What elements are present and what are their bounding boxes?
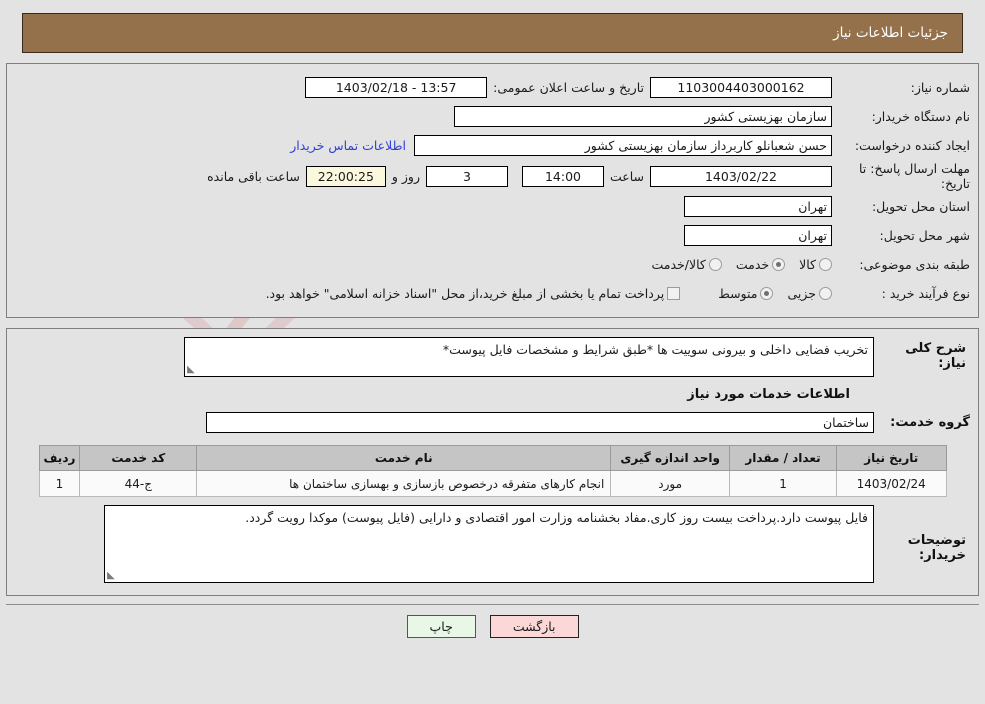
- cell-unit: مورد: [610, 470, 731, 497]
- col-header-quantity: تعداد / مقدار: [729, 445, 837, 471]
- table-header-row: تاریخ نیاز تعداد / مقدار واحد اندازه گیر…: [38, 445, 947, 471]
- row-need-number: شماره نیاز: 1103004403000162 تاریخ و ساع…: [15, 74, 970, 101]
- creator-value: حسن شعبانلو کاربرداز سازمان بهزیستی کشور: [414, 135, 832, 156]
- remaining-days: 3: [425, 165, 508, 187]
- buyer-org-label: نام دستگاه خریدار:: [871, 109, 970, 124]
- description-value: تخریب فضایی داخلی و بیرونی سوییت ها *طبق…: [442, 342, 868, 357]
- need-details-panel: شماره نیاز: 1103004403000162 تاریخ و ساع…: [6, 63, 979, 318]
- treasury-bond-note: پرداخت تمام یا بخشی از مبلغ خرید،از محل …: [265, 286, 665, 301]
- deadline-date: 1403/02/22: [650, 165, 832, 187]
- process-option-minor-label: جزیی: [787, 286, 816, 301]
- row-service-group: گروه خدمت: ساختمان: [15, 412, 970, 433]
- buyer-contact-link[interactable]: اطلاعات تماس خریدار: [282, 138, 414, 153]
- buyer-notes-textarea[interactable]: فایل پیوست دارد.پرداخت بیست روز کاری.مفا…: [104, 505, 874, 583]
- cell-service-code: ج-44: [79, 470, 198, 497]
- services-table-wrapper: تاریخ نیاز تعداد / مقدار واحد اندازه گیر…: [23, 445, 962, 497]
- service-group-value: ساختمان: [206, 412, 874, 433]
- col-header-service-name: نام خدمت: [196, 445, 612, 471]
- category-label: طبقه بندی موضوعی:: [859, 257, 970, 272]
- row-description: شرح کلی نیاز: تخریب فضایی داخلی و بیرونی…: [15, 337, 970, 377]
- radio-goods-service-icon[interactable]: [708, 258, 722, 271]
- cell-quantity: 1: [729, 470, 837, 497]
- buyer-notes-label: توضیحات خریدار:: [907, 533, 966, 563]
- description-label: شرح کلی نیاز:: [905, 341, 966, 371]
- category-option-goods-service-label: کالا/خدمت: [651, 257, 706, 272]
- table-row: 1403/02/24 1 مورد انجام کارهای متفرقه در…: [38, 470, 947, 497]
- radio-medium-icon[interactable]: [760, 287, 774, 300]
- cell-need-date: 1403/02/24: [835, 470, 947, 497]
- city-label: شهر محل تحویل:: [879, 228, 970, 243]
- process-option-medium-label: متوسط: [718, 286, 758, 301]
- category-option-service-label: خدمت: [735, 257, 770, 272]
- services-section-title: اطلاعات خدمات مورد نیاز: [687, 387, 850, 402]
- city-value: تهران: [684, 225, 832, 246]
- print-button[interactable]: چاپ: [406, 615, 476, 638]
- footer-actions: بازگشت چاپ: [6, 604, 979, 638]
- row-category: طبقه بندی موضوعی: کالا خدمت کالا/خدمت: [15, 251, 970, 278]
- col-header-need-date: تاریخ نیاز: [835, 445, 947, 471]
- cell-service-name: انجام کارهای متفرقه درخصوص بازسازی و بهس…: [196, 470, 612, 497]
- row-deadline: مهلت ارسال پاسخ: تا تاریخ: 1403/02/22 سا…: [15, 161, 970, 191]
- remaining-hours-label: ساعت باقی مانده: [207, 168, 300, 184]
- radio-minor-icon[interactable]: [819, 287, 832, 300]
- row-buyer-notes: توضیحات خریدار: فایل پیوست دارد.پرداخت ب…: [15, 505, 970, 583]
- need-number-label: شماره نیاز:: [910, 80, 970, 95]
- col-header-unit: واحد اندازه گیری: [610, 445, 731, 471]
- public-announce-value: 13:57 - 1403/02/18: [305, 77, 488, 98]
- service-group-label: گروه خدمت:: [890, 415, 970, 430]
- category-option-service[interactable]: خدمت: [735, 257, 786, 272]
- description-textarea[interactable]: تخریب فضایی داخلی و بیرونی سوییت ها *طبق…: [184, 337, 874, 377]
- service-details-panel: شرح کلی نیاز: تخریب فضایی داخلی و بیرونی…: [6, 328, 979, 596]
- services-table: تاریخ نیاز تعداد / مقدار واحد اندازه گیر…: [38, 445, 947, 497]
- province-label: استان محل تحویل:: [871, 199, 970, 214]
- province-value: تهران: [684, 196, 832, 217]
- row-creator: ایجاد کننده درخواست: حسن شعبانلو کاربردا…: [15, 132, 970, 159]
- process-label: نوع فرآیند خرید :: [881, 286, 970, 301]
- row-process: نوع فرآیند خرید : جزیی متوسط پرداخت تمام…: [15, 280, 970, 307]
- process-option-medium[interactable]: متوسط: [718, 286, 774, 301]
- public-announce-label: تاریخ و ساعت اعلان عمومی:: [493, 80, 644, 95]
- category-option-goods[interactable]: کالا: [799, 257, 832, 272]
- process-option-minor[interactable]: جزیی: [787, 286, 832, 301]
- buyer-org-value: سازمان بهزیستی کشور: [454, 106, 832, 127]
- page-title: جزئیات اطلاعات نیاز: [833, 25, 948, 41]
- category-option-goods-service[interactable]: کالا/خدمت: [651, 257, 722, 272]
- resize-grip-icon[interactable]: ◢: [187, 364, 197, 375]
- buyer-notes-value: فایل پیوست دارد.پرداخت بیست روز کاری.مفا…: [245, 510, 868, 525]
- col-header-service-code: کد خدمت: [79, 445, 198, 471]
- category-option-goods-label: کالا: [799, 257, 816, 272]
- need-number-value: 1103004403000162: [650, 77, 832, 98]
- page-title-bar: جزئیات اطلاعات نیاز: [22, 13, 963, 53]
- treasury-bond-checkbox-group[interactable]: پرداخت تمام یا بخشی از مبلغ خرید،از محل …: [266, 286, 681, 301]
- days-and-label: روز و: [391, 168, 420, 184]
- page-root: جزئیات اطلاعات نیاز شماره نیاز: 11030044…: [0, 13, 985, 638]
- row-province: استان محل تحویل: تهران: [15, 193, 970, 220]
- row-city: شهر محل تحویل: تهران: [15, 222, 970, 249]
- treasury-bond-checkbox[interactable]: [667, 287, 681, 300]
- cell-row-index: 1: [38, 470, 81, 497]
- hour-label: ساعت: [609, 168, 644, 184]
- resize-grip-icon-notes[interactable]: ◢: [107, 570, 117, 581]
- deadline-label: مهلت ارسال پاسخ: تا تاریخ:: [859, 161, 970, 191]
- back-button[interactable]: بازگشت: [489, 615, 579, 638]
- radio-service-icon[interactable]: [772, 258, 786, 271]
- creator-label: ایجاد کننده درخواست:: [854, 138, 970, 153]
- deadline-hour: 14:00: [521, 165, 604, 187]
- col-header-row-index: ردیف: [38, 445, 81, 471]
- radio-goods-icon[interactable]: [819, 258, 832, 271]
- countdown-timer: 22:00:25: [305, 165, 386, 187]
- row-buyer-org: نام دستگاه خریدار: سازمان بهزیستی کشور: [15, 103, 970, 130]
